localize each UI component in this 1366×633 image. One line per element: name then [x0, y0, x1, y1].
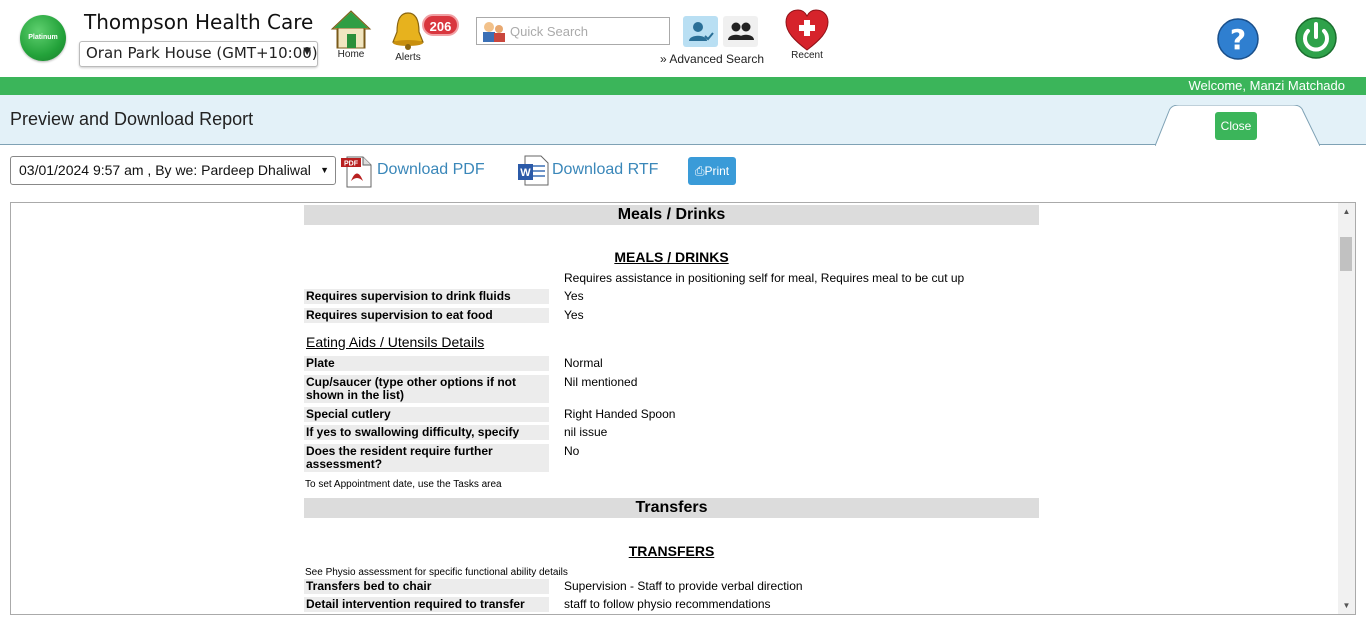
- patient-search-button[interactable]: [683, 16, 718, 47]
- row-value: Yes: [564, 308, 584, 322]
- scroll-down-arrow-icon[interactable]: ▼: [1338, 597, 1355, 614]
- svg-text:W: W: [520, 167, 531, 179]
- home-label: Home: [337, 49, 365, 60]
- row-label: Requires supervision to eat food: [304, 308, 549, 323]
- pdf-badge: PDF: [344, 161, 359, 168]
- help-question-icon: ?: [1217, 18, 1259, 60]
- home-icon: [330, 10, 372, 49]
- row-label: Does the resident require further assess…: [304, 444, 549, 472]
- logout-button[interactable]: [1294, 15, 1338, 59]
- scrollbar-thumb[interactable]: [1340, 237, 1352, 271]
- row-value: nil issue: [564, 425, 608, 439]
- pdf-file-icon[interactable]: PDF: [341, 155, 373, 189]
- caret-down-icon: ▼: [303, 46, 311, 57]
- word-file-icon[interactable]: W: [517, 154, 549, 188]
- row-value: Normal: [564, 356, 603, 370]
- row-value: staff to follow physio recommendations: [564, 597, 771, 611]
- group-search-button[interactable]: [723, 16, 758, 47]
- section-subtitle-transfers: TRANSFERS: [628, 543, 715, 559]
- welcome-text: Welcome, Manzi Matchado: [1188, 78, 1345, 93]
- users-icon: [728, 22, 754, 40]
- platinum-logo[interactable]: Platinum: [20, 15, 66, 61]
- page-title: Preview and Download Report: [10, 109, 254, 129]
- user-check-icon: [689, 22, 714, 41]
- row-value: Right Handed Spoon: [564, 407, 676, 421]
- meals-note: To set Appointment date, use the Tasks a…: [305, 479, 502, 490]
- printer-icon: ⎙: [694, 164, 705, 178]
- alerts-nav-button[interactable]: Alerts: [387, 10, 429, 63]
- row-label: Cup/saucer (type other options if not sh…: [304, 375, 549, 403]
- row-label: Requires supervision to drink fluids: [304, 289, 549, 304]
- welcome-bar: Welcome, Manzi Matchado: [0, 77, 1366, 95]
- advanced-search-link[interactable]: » Advanced Search: [660, 52, 764, 66]
- row-label: Special cutlery: [304, 407, 549, 422]
- row-value: Yes: [564, 289, 584, 303]
- quick-search-box: [476, 17, 670, 45]
- print-label: Print: [704, 164, 730, 178]
- row-label: If yes to swallowing difficulty, specify: [304, 425, 549, 440]
- vertical-scrollbar[interactable]: ▲ ▼: [1338, 203, 1355, 614]
- help-button[interactable]: ?: [1216, 17, 1260, 61]
- row-value: No: [564, 444, 580, 458]
- eating-aids-heading: Eating Aids / Utensils Details: [306, 334, 485, 350]
- people-search-icon: [483, 22, 505, 42]
- download-rtf-link[interactable]: Download RTF: [552, 161, 658, 179]
- organization-name: Thompson Health Care: [84, 10, 314, 34]
- scroll-up-arrow-icon[interactable]: ▲: [1338, 203, 1355, 220]
- power-icon: [1295, 17, 1337, 59]
- alerts-count-badge: 206: [422, 14, 459, 36]
- heart-plus-icon: [785, 9, 829, 51]
- transfers-note: See Physio assessment for specific funct…: [305, 567, 568, 578]
- quick-search-input[interactable]: [510, 21, 665, 41]
- close-button[interactable]: Close: [1215, 112, 1257, 140]
- svg-text:?: ?: [1230, 23, 1246, 56]
- row-value: Nil mentioned: [564, 375, 638, 389]
- recent-label: Recent: [791, 50, 823, 61]
- section-subtitle-meals: MEALS / DRINKS: [614, 249, 729, 265]
- caret-down-icon: ▼: [320, 165, 329, 175]
- section-header-transfers: Transfers: [304, 498, 1039, 518]
- alerts-label: Alerts: [395, 52, 421, 63]
- facility-select[interactable]: Oran Park House (GMT+10:00) ▼: [79, 41, 318, 67]
- meals-intro-value: Requires assistance in positioning self …: [564, 271, 965, 285]
- row-label: Plate: [304, 356, 549, 371]
- facility-select-value: Oran Park House (GMT+10:00): [86, 44, 318, 62]
- section-header-meals: Meals / Drinks: [304, 205, 1039, 225]
- download-pdf-link[interactable]: Download PDF: [377, 161, 485, 179]
- print-button[interactable]: ⎙Print: [688, 157, 736, 185]
- row-label: Detail intervention required to transfer: [304, 597, 549, 612]
- report-preview-pane[interactable]: Meals / Drinks MEALS / DRINKS Requires a…: [10, 202, 1356, 615]
- top-navigation-bar: Platinum Thompson Health Care Oran Park …: [0, 0, 1366, 77]
- row-value: Supervision - Staff to provide verbal di…: [564, 579, 803, 593]
- row-label: Transfers bed to chair: [304, 579, 549, 594]
- report-toolbar: 03/01/2024 9:57 am , By we: Pardeep Dhal…: [0, 148, 1366, 198]
- report-version-select[interactable]: 03/01/2024 9:57 am , By we: Pardeep Dhal…: [10, 156, 336, 185]
- bell-icon: [392, 12, 424, 50]
- page-title-bar: Preview and Download Report Close: [0, 95, 1366, 146]
- home-nav-button[interactable]: Home: [328, 8, 374, 60]
- report-version-value: 03/01/2024 9:57 am , By we: Pardeep Dhal…: [19, 162, 311, 178]
- recent-nav-button[interactable]: Recent: [784, 8, 830, 61]
